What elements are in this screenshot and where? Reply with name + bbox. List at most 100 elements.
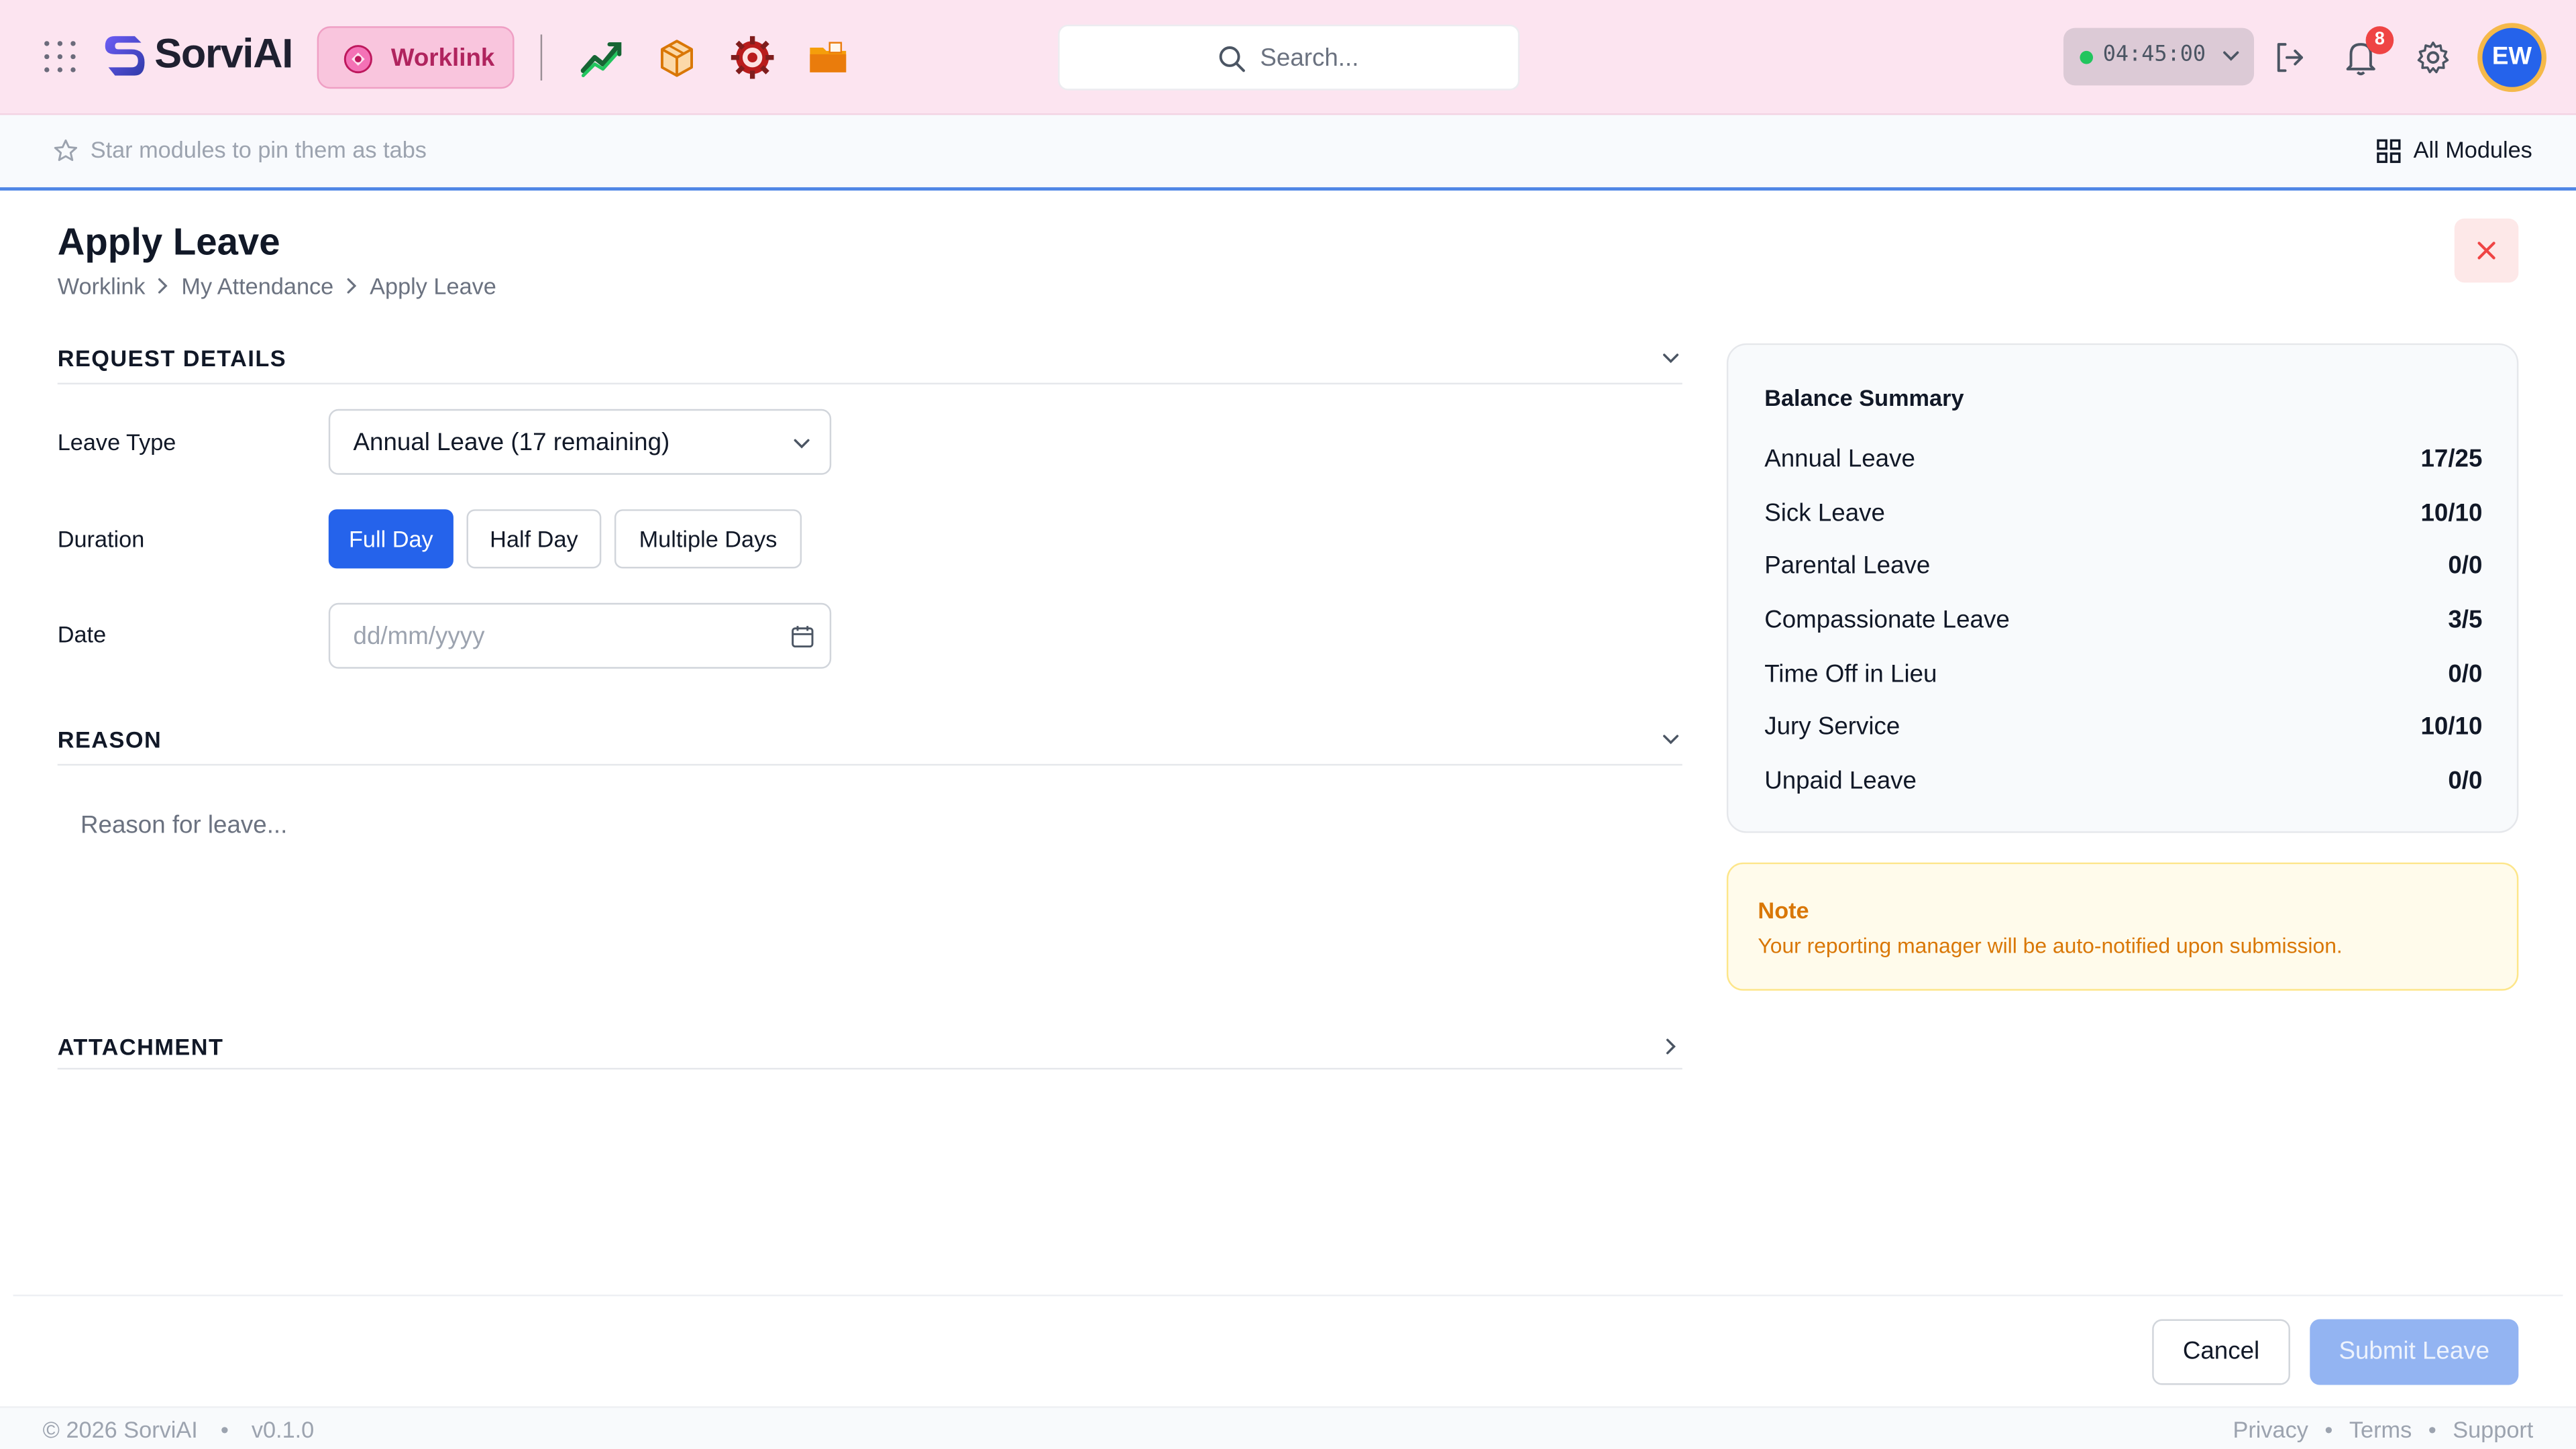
folder-icon[interactable]	[805, 34, 851, 80]
date-label: Date	[57, 621, 107, 647]
balance-row-value: 10/10	[2420, 499, 2483, 528]
breadcrumb: Worklink My Attendance Apply Leave	[58, 271, 496, 301]
chevron-right-icon	[1666, 1038, 1676, 1055]
balance-row-value: 17/25	[2420, 445, 2483, 474]
request-details-section-header[interactable]: REQUEST DETAILS	[57, 345, 1682, 385]
balance-row-value: 3/5	[2448, 606, 2483, 635]
footer-links: Privacy • Terms • Support	[2233, 1416, 2533, 1442]
actions-divider	[13, 1294, 2563, 1297]
breadcrumb-item-worklink[interactable]: Worklink	[58, 273, 146, 299]
active-module-pill[interactable]: Worklink	[317, 26, 515, 89]
copyright-text: © 2026 SorviAI	[42, 1416, 198, 1443]
balance-row-name: Compassionate Leave	[1764, 606, 2010, 635]
search-icon	[1219, 46, 1245, 72]
duration-full-day-button[interactable]: Full Day	[328, 509, 453, 569]
timer-status-dot	[2080, 50, 2094, 64]
attachment-section-header[interactable]: ATTACHMENT	[57, 1033, 1682, 1070]
breadcrumb-item-my-attendance[interactable]: My Attendance	[181, 273, 333, 299]
gear-target-icon[interactable]	[729, 34, 775, 80]
leave-type-value: Annual Leave (17 remaining)	[353, 429, 670, 457]
chevron-right-icon	[158, 278, 168, 294]
attachment-title: ATTACHMENT	[57, 1033, 224, 1060]
all-modules-link[interactable]: All Modules	[2414, 136, 2532, 162]
footer-link-terms[interactable]: Terms	[2349, 1416, 2412, 1442]
star-icon	[54, 139, 78, 162]
note-card: Note Your reporting manager will be auto…	[1726, 862, 2519, 991]
balance-row: Annual Leave 17/25	[1764, 445, 2482, 478]
pin-hint-text: Star modules to pin them as tabs	[90, 136, 427, 163]
breadcrumb-item-current: Apply Leave	[370, 272, 496, 299]
leave-type-label: Leave Type	[57, 429, 176, 455]
balance-row-value: 10/10	[2420, 712, 2483, 741]
grid-icon[interactable]	[2375, 138, 2402, 164]
balance-row: Time Off in Lieu 0/0	[1764, 660, 2482, 693]
balance-row-name: Parental Leave	[1764, 551, 1931, 580]
search-input[interactable]: Search...	[1058, 24, 1520, 91]
balance-row: Unpaid Leave 0/0	[1764, 767, 2482, 800]
calendar-icon[interactable]	[790, 625, 815, 649]
duration-multiple-days-button[interactable]: Multiple Days	[614, 509, 802, 569]
top-bar: SorviAI Worklink Search... 04:45:00 8 EW	[0, 0, 2576, 115]
logout-icon[interactable]	[2269, 36, 2312, 79]
reason-section-header[interactable]: REASON	[57, 726, 1682, 766]
worklink-icon	[343, 45, 372, 74]
balance-row-value: 0/0	[2448, 551, 2483, 580]
attendance-timer[interactable]: 04:45:00	[2063, 28, 2255, 86]
gear-icon[interactable]	[2412, 36, 2455, 79]
note-title: Note	[1758, 897, 1809, 924]
footer-separator: •	[2428, 1416, 2436, 1443]
sorviai-logo-icon	[105, 36, 145, 76]
duration-half-day-button[interactable]: Half Day	[466, 509, 602, 569]
page-title: Apply Leave	[57, 220, 280, 263]
chevron-down-icon	[1663, 354, 1679, 364]
notification-badge: 8	[2365, 26, 2394, 54]
balance-summary-title: Balance Summary	[1764, 384, 1964, 411]
timer-value: 04:45:00	[2102, 42, 2206, 68]
brand-name: SorviAI	[154, 31, 293, 78]
submit-leave-button[interactable]: Submit Leave	[2310, 1319, 2519, 1385]
request-details-title: REQUEST DETAILS	[57, 345, 287, 372]
app-root: SorviAI Worklink Search... 04:45:00 8 EW…	[0, 0, 2576, 1449]
date-placeholder: dd/mm/yyyy	[353, 623, 485, 651]
duration-label: Duration	[57, 525, 145, 552]
version-text: v0.1.0	[251, 1416, 315, 1443]
chevron-down-icon	[2223, 51, 2239, 61]
app-launcher-icon[interactable]	[44, 41, 77, 74]
balance-row: Compassionate Leave 3/5	[1764, 606, 2482, 639]
balance-row: Jury Service 10/10	[1764, 713, 2482, 746]
close-button[interactable]	[2454, 218, 2519, 283]
reason-title: REASON	[57, 726, 162, 753]
balance-row-value: 0/0	[2448, 660, 2483, 689]
reason-textarea[interactable]: Reason for leave...	[58, 789, 1682, 969]
footer: © 2026 SorviAI • v0.1.0 Privacy • Terms …	[0, 1406, 2576, 1449]
balance-row-name: Jury Service	[1764, 712, 1900, 741]
footer-separator: •	[2324, 1416, 2333, 1443]
pinned-tabs-bar: Star modules to pin them as tabs All Mod…	[0, 115, 2576, 191]
balance-summary-card: Balance Summary Annual Leave 17/25 Sick …	[1726, 343, 2519, 833]
balance-row-name: Unpaid Leave	[1764, 767, 1917, 796]
chevron-right-icon	[347, 278, 357, 294]
balance-row: Sick Leave 10/10	[1764, 499, 2482, 532]
balance-row-name: Annual Leave	[1764, 445, 1915, 474]
footer-link-privacy[interactable]: Privacy	[2233, 1416, 2308, 1442]
trending-up-icon[interactable]	[578, 34, 625, 80]
box-icon[interactable]	[654, 34, 700, 80]
footer-link-support[interactable]: Support	[2453, 1416, 2533, 1442]
date-input[interactable]: dd/mm/yyyy	[328, 602, 832, 669]
chevron-down-icon	[1663, 735, 1679, 745]
active-module-label: Worklink	[390, 44, 495, 72]
balance-row-name: Sick Leave	[1764, 499, 1885, 528]
footer-separator: •	[220, 1416, 229, 1443]
footer-meta: © 2026 SorviAI • v0.1.0	[43, 1416, 315, 1442]
toolbar-divider	[540, 34, 543, 81]
search-placeholder: Search...	[1260, 44, 1359, 72]
avatar[interactable]: EW	[2477, 23, 2546, 93]
reason-placeholder: Reason for leave...	[80, 811, 288, 840]
chevron-down-icon	[794, 439, 810, 449]
cancel-button[interactable]: Cancel	[2152, 1319, 2290, 1385]
balance-row-name: Time Off in Lieu	[1764, 660, 1937, 689]
close-icon	[2477, 241, 2496, 260]
leave-type-select[interactable]: Annual Leave (17 remaining)	[328, 409, 832, 475]
note-text: Your reporting manager will be auto-noti…	[1758, 933, 2343, 958]
balance-row: Parental Leave 0/0	[1764, 552, 2482, 585]
